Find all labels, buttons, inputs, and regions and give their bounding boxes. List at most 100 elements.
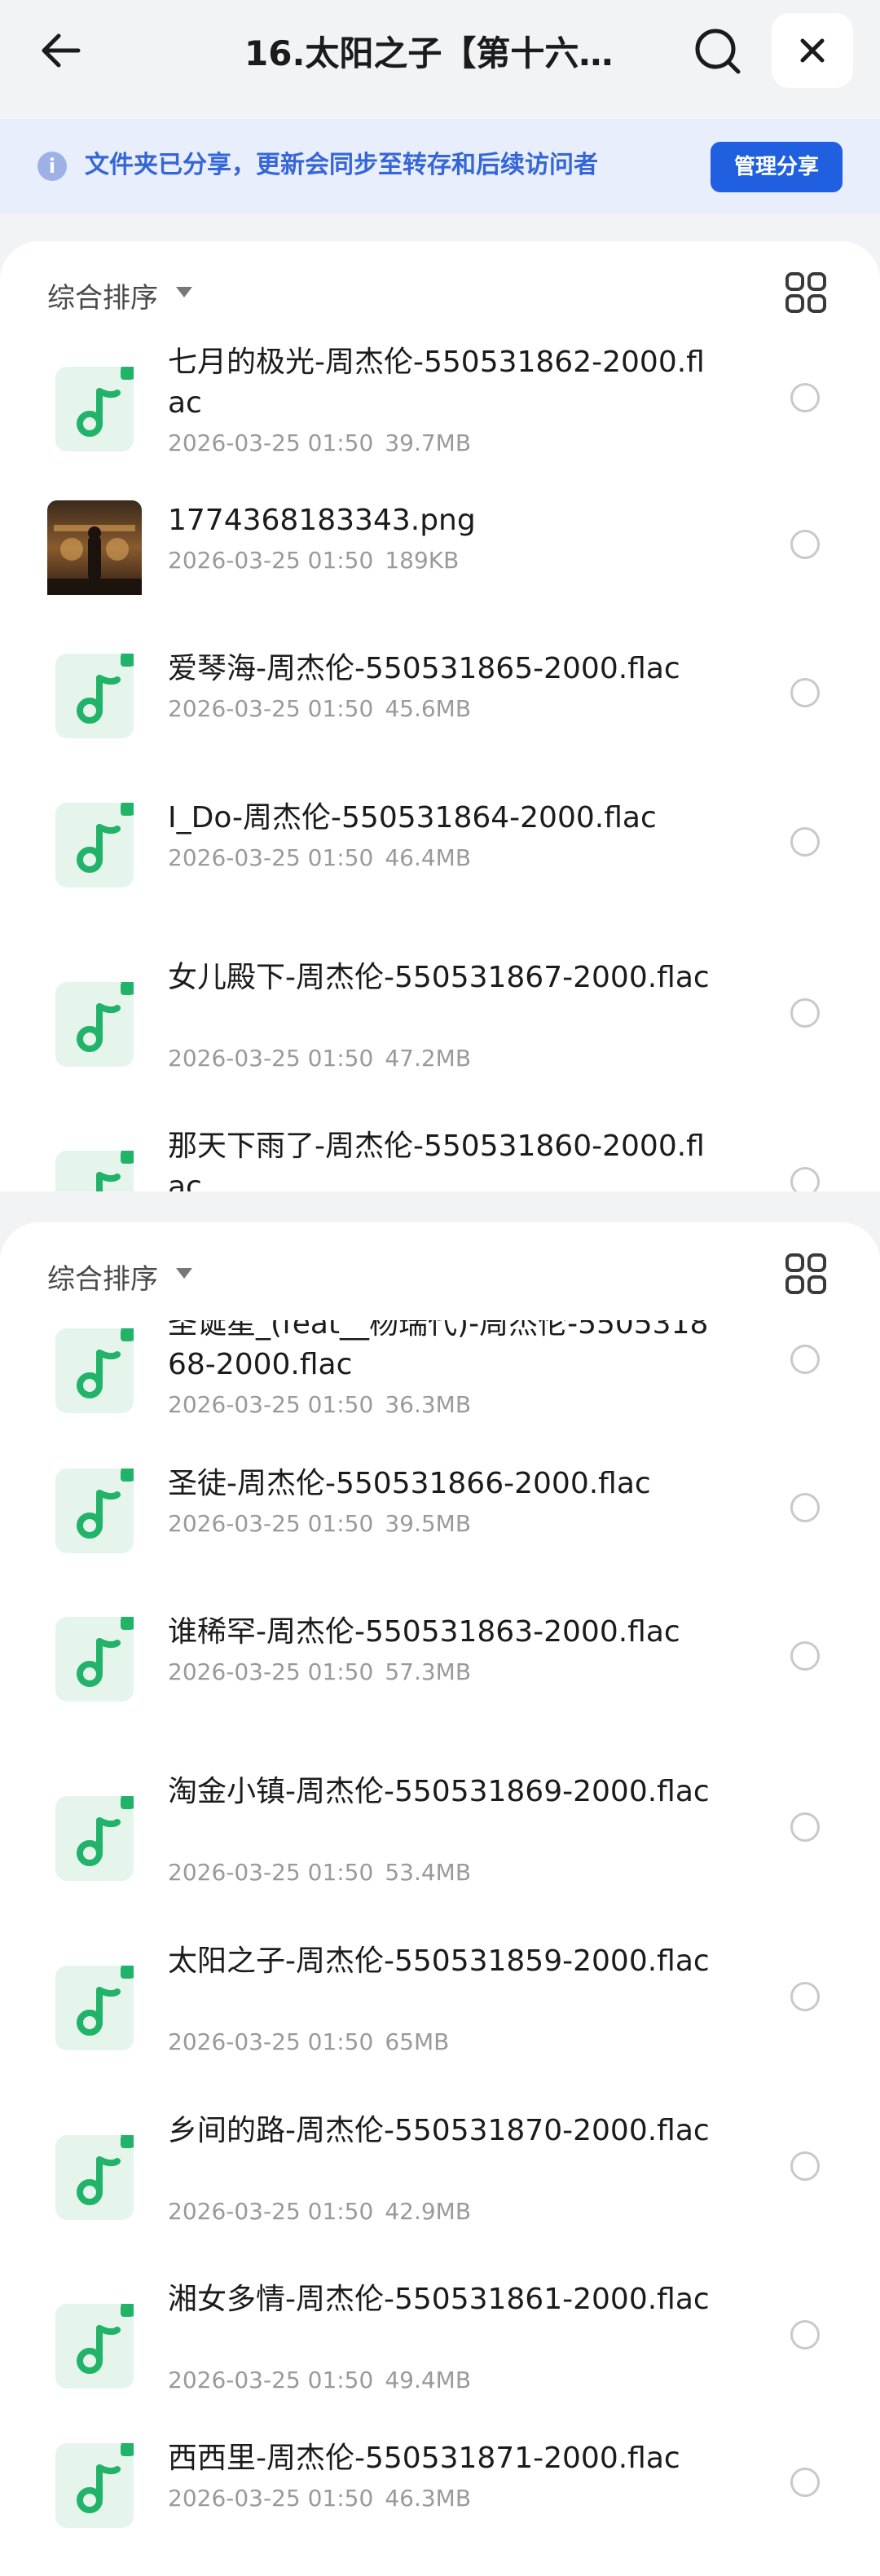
file-meta: 2026-03-25 01:50 49.4MB (168, 2364, 471, 2397)
manage-share-button[interactable]: 管理分享 (711, 142, 843, 192)
file-size: 49.4MB (385, 2367, 472, 2393)
file-size: 57.3MB (385, 1658, 472, 1685)
music-file-icon (47, 1612, 142, 1706)
music-file-icon (47, 1323, 142, 1418)
select-radio[interactable] (790, 2468, 820, 2497)
file-meta: 2026-03-25 01:50 189KB (168, 544, 459, 577)
file-date: 2026-03-25 01:50 (168, 547, 374, 574)
file-size: 45.6MB (385, 695, 472, 722)
select-radio[interactable] (790, 383, 820, 412)
file-size: 46.4MB (385, 844, 472, 871)
file-meta: 2026-03-25 01:50 46.4MB (168, 842, 471, 874)
caret-down-icon[interactable] (176, 287, 192, 297)
page-title: 16.太阳之子【第十六… (244, 33, 614, 73)
select-radio[interactable] (790, 2151, 820, 2181)
music-file-icon (47, 798, 142, 892)
file-meta: 2026-03-25 01:50 47.2MB (168, 1042, 471, 1075)
file-list-item[interactable]: 圣诞星_(feat__杨瑞代)-周杰伦-550531868-2000.flac 2… (0, 1304, 880, 1438)
grid-view-button[interactable] (784, 1252, 828, 1296)
file-date: 2026-03-25 01:50 (168, 844, 374, 871)
file-name: 那天下雨了-周杰伦-550531860-2000.flac (168, 1129, 705, 1191)
file-date: 2026-03-25 01:50 (168, 1391, 374, 1418)
file-size: 42.9MB (385, 2198, 472, 2225)
file-list-item[interactable]: 七月的极光-周杰伦-550531862-2000.flac 2026-03-25 … (0, 342, 880, 476)
back-button[interactable] (36, 24, 88, 77)
select-radio[interactable] (790, 1493, 820, 1522)
grid-view-icon (785, 272, 826, 313)
select-radio[interactable] (790, 1982, 820, 2011)
file-list-item[interactable]: 淘金小镇-周杰伦-550531869-2000.flac 2026-03-25 0… (0, 1772, 880, 1905)
file-size: 53.4MB (385, 1859, 472, 1886)
music-file-icon (47, 1961, 142, 2055)
file-list-item[interactable]: 那天下雨了-周杰伦-550531860-2000.flac (0, 1126, 880, 1191)
file-meta: 2026-03-25 01:50 39.7MB (168, 427, 471, 460)
select-radio[interactable] (790, 827, 820, 856)
panel-divider (0, 1191, 880, 1222)
file-date: 2026-03-25 01:50 (168, 2198, 374, 2225)
select-radio[interactable] (790, 530, 820, 559)
file-name: 淘金小镇-周杰伦-550531869-2000.flac (168, 1775, 710, 1808)
caret-down-icon[interactable] (176, 1268, 192, 1279)
search-icon (695, 29, 741, 74)
file-name: 圣徒-周杰伦-550531866-2000.flac (168, 1467, 651, 1500)
share-notice-bar: i 文件夹已分享，更新会同步至转存和后续访问者 管理分享 (0, 119, 880, 214)
close-button[interactable] (772, 13, 853, 88)
file-size: 36.3MB (385, 1391, 472, 1418)
sort-label[interactable]: 综合排序 (47, 1257, 158, 1297)
file-date: 2026-03-25 01:50 (168, 1658, 374, 1685)
file-meta: 2026-03-25 01:50 46.3MB (168, 2482, 471, 2515)
select-radio[interactable] (790, 1345, 820, 1374)
sort-bar: 综合排序 (0, 241, 880, 339)
file-list-item[interactable]: I_Do-周杰伦-550531864-2000.flac 2026-03-25 0… (0, 798, 880, 892)
file-list-item[interactable]: 爱琴海-周杰伦-550531865-2000.flac 2026-03-25 01… (0, 649, 880, 743)
file-name: 1774368183343.png (168, 504, 476, 537)
grid-view-button[interactable] (784, 271, 828, 315)
file-name: I_Do-周杰伦-550531864-2000.flac (168, 801, 657, 834)
file-list-item[interactable]: 乡间的路-周杰伦-550531870-2000.flac 2026-03-25 0… (0, 2111, 880, 2244)
grid-view-icon (785, 1253, 826, 1294)
file-meta: 2026-03-25 01:50 45.6MB (168, 693, 471, 725)
file-list-item[interactable]: 1774368183343.png 2026-03-25 01:50 189KB (0, 500, 880, 595)
file-list-item[interactable]: 西西里-周杰伦-550531871-2000.flac 2026-03-25 01… (0, 2438, 880, 2533)
file-size: 65MB (385, 2028, 450, 2055)
sort-label[interactable]: 综合排序 (47, 275, 158, 315)
music-file-icon (47, 2299, 142, 2393)
file-list-item[interactable]: 湘女多情-周杰伦-550531861-2000.flac 2026-03-25 0… (0, 2279, 880, 2413)
file-date: 2026-03-25 01:50 (168, 429, 374, 456)
select-radio[interactable] (790, 998, 820, 1028)
top-bar: 16.太阳之子【第十六… (0, 0, 880, 114)
file-size: 47.2MB (385, 1045, 472, 1072)
search-button[interactable] (689, 23, 746, 80)
file-meta: 2026-03-25 01:50 39.5MB (168, 1508, 471, 1540)
arrow-left-icon (42, 33, 81, 68)
file-name: 爱琴海-周杰伦-550531865-2000.flac (168, 652, 680, 685)
file-meta: 2026-03-25 01:50 57.3MB (168, 1656, 471, 1689)
file-list-item[interactable]: 谁稀罕-周杰伦-550531863-2000.flac 2026-03-25 01… (0, 1612, 880, 1706)
file-list-panel: 综合排序 圣诞星_(feat__杨瑞代)-周杰伦-550531868-2000.… (0, 1222, 880, 2576)
file-size: 189KB (385, 547, 460, 574)
file-meta: 2026-03-25 01:50 36.3MB (168, 1389, 471, 1421)
info-icon: i (37, 152, 67, 181)
music-file-icon (47, 977, 142, 1072)
file-list-panel: 综合排序 七月的极光-周杰伦-550531862-2000.flac 2026-0… (0, 241, 880, 1191)
file-meta: 2026-03-25 01:50 42.9MB (168, 2195, 471, 2228)
share-notice-text: 文件夹已分享，更新会同步至转存和后续访问者 (85, 151, 598, 179)
close-icon (800, 38, 825, 63)
select-radio[interactable] (790, 1812, 820, 1842)
file-date: 2026-03-25 01:50 (168, 1045, 374, 1072)
file-name: 七月的极光-周杰伦-550531862-2000.flac (168, 346, 705, 420)
music-file-icon (47, 2438, 142, 2533)
image-thumbnail (47, 500, 142, 595)
select-radio[interactable] (790, 1641, 820, 1671)
file-name: 湘女多情-周杰伦-550531861-2000.flac (168, 2283, 710, 2316)
file-list-item[interactable]: 女儿殿下-周杰伦-550531867-2000.flac 2026-03-25 0… (0, 958, 880, 1091)
file-list-item[interactable]: 太阳之子-周杰伦-550531859-2000.flac 2026-03-25 0… (0, 1941, 880, 2075)
music-file-icon (47, 1464, 142, 1558)
select-radio[interactable] (790, 678, 820, 707)
select-radio[interactable] (790, 2320, 820, 2349)
file-list-item[interactable]: 圣徒-周杰伦-550531866-2000.flac 2026-03-25 01:… (0, 1464, 880, 1558)
file-name: 谁稀罕-周杰伦-550531863-2000.flac (168, 1615, 680, 1649)
file-date: 2026-03-25 01:50 (168, 695, 374, 722)
select-radio[interactable] (790, 1167, 820, 1191)
file-name: 乡间的路-周杰伦-550531870-2000.flac (168, 2114, 710, 2147)
